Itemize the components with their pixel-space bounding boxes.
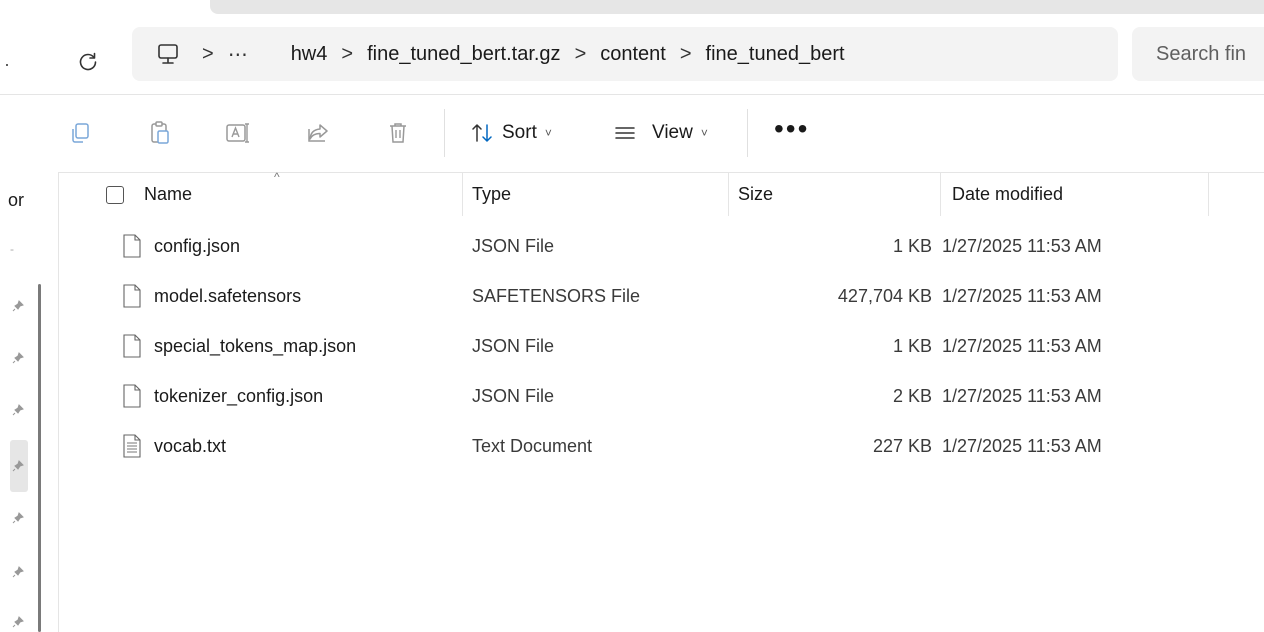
paste-button[interactable] bbox=[144, 117, 176, 149]
tab-strip bbox=[210, 0, 1264, 14]
trash-icon bbox=[390, 123, 406, 143]
file-type: JSON File bbox=[472, 336, 555, 356]
pin-icon bbox=[12, 616, 24, 628]
file-icon bbox=[123, 334, 141, 358]
pin-icon bbox=[12, 566, 24, 578]
paste-icon bbox=[151, 121, 169, 144]
sort-button[interactable]: Sort ˅ bbox=[470, 117, 552, 149]
text-document-icon bbox=[123, 434, 141, 458]
sort-label: Sort bbox=[502, 122, 537, 143]
refresh-icon bbox=[79, 52, 97, 71]
rename-button[interactable] bbox=[222, 117, 254, 149]
column-header-size[interactable]: Size bbox=[738, 184, 773, 206]
file-date-modified: 1/27/2025 11:53 AM bbox=[942, 286, 1102, 306]
breadcrumb-separator[interactable]: > bbox=[680, 43, 692, 66]
file-row[interactable]: tokenizer_config.json JSON File 2 KB 1/2… bbox=[58, 372, 1264, 422]
nav-scrollbar[interactable] bbox=[38, 284, 41, 632]
select-all-checkbox[interactable] bbox=[106, 186, 124, 204]
file-row[interactable]: special_tokens_map.json JSON File 1 KB 1… bbox=[58, 322, 1264, 372]
file-icon bbox=[123, 384, 141, 408]
file-row[interactable]: vocab.txt Text Document 227 KB 1/27/2025… bbox=[58, 422, 1264, 472]
toolbar-divider bbox=[747, 109, 748, 157]
file-size: 427,704 KB bbox=[837, 286, 932, 306]
file-date-modified: 1/27/2025 11:53 AM bbox=[942, 386, 1102, 406]
file-date-modified: 1/27/2025 11:53 AM bbox=[942, 436, 1102, 456]
more-options-button[interactable]: ••• bbox=[774, 115, 809, 143]
file-type: JSON File bbox=[472, 386, 555, 406]
breadcrumb-item-hw4[interactable]: hw4 bbox=[291, 43, 328, 66]
pin-icon bbox=[12, 300, 24, 312]
nav-item-label[interactable]: or bbox=[8, 190, 24, 211]
view-label: View bbox=[652, 122, 693, 143]
view-icon bbox=[615, 127, 635, 139]
file-type: SAFETENSORS File bbox=[472, 286, 641, 306]
column-header-name[interactable]: Name bbox=[144, 184, 192, 206]
file-size: 2 KB bbox=[892, 386, 932, 406]
file-icon bbox=[123, 284, 141, 308]
column-divider[interactable] bbox=[462, 172, 463, 216]
view-button[interactable]: View ˅ bbox=[614, 117, 708, 149]
breadcrumb-item-content[interactable]: content bbox=[600, 43, 666, 66]
file-size: 1 KB bbox=[892, 336, 932, 356]
pin-icon bbox=[12, 460, 24, 472]
refresh-button[interactable] bbox=[70, 44, 106, 80]
breadcrumb-more-button[interactable]: ⋯ bbox=[228, 42, 249, 67]
file-size: 1 KB bbox=[892, 236, 932, 256]
nav-separator: - bbox=[10, 242, 14, 256]
sort-icon bbox=[472, 124, 492, 142]
breadcrumb-separator[interactable]: > bbox=[575, 43, 587, 66]
monitor-icon bbox=[158, 44, 178, 64]
search-placeholder: Search fin bbox=[1156, 42, 1247, 65]
copy-icon bbox=[72, 123, 89, 143]
breadcrumb-item-current[interactable]: fine_tuned_bert bbox=[706, 43, 845, 66]
breadcrumb[interactable]: > ⋯ hw4 > fine_tuned_bert.tar.gz > conte… bbox=[132, 27, 1118, 81]
delete-button[interactable] bbox=[382, 117, 414, 149]
this-pc-button[interactable] bbox=[154, 40, 182, 68]
chevron-down-icon: ˅ bbox=[544, 126, 552, 140]
pin-icon bbox=[12, 512, 24, 524]
column-divider[interactable] bbox=[728, 172, 729, 216]
file-type: Text Document bbox=[472, 436, 593, 456]
column-header-date-modified[interactable]: Date modified bbox=[952, 184, 1063, 206]
toolbar-divider bbox=[444, 109, 445, 157]
navigation-pane: or - bbox=[0, 172, 59, 632]
breadcrumb-item-archive[interactable]: fine_tuned_bert.tar.gz bbox=[367, 43, 560, 66]
rename-icon bbox=[226, 123, 249, 143]
file-name: config.json bbox=[154, 236, 241, 256]
pin-icon bbox=[12, 404, 24, 416]
chevron-down-icon: ˅ bbox=[700, 126, 708, 140]
pin-icon bbox=[12, 352, 24, 364]
copy-button[interactable] bbox=[64, 117, 96, 149]
column-divider[interactable] bbox=[940, 172, 941, 216]
breadcrumb-separator[interactable]: > bbox=[202, 43, 214, 66]
file-icon bbox=[123, 234, 141, 258]
column-divider[interactable] bbox=[1208, 172, 1209, 216]
file-date-modified: 1/27/2025 11:53 AM bbox=[942, 336, 1102, 356]
command-bar: Sort ˅ View ˅ ••• bbox=[0, 95, 1264, 173]
breadcrumb-separator[interactable]: > bbox=[341, 43, 353, 66]
file-row[interactable]: model.safetensors SAFETENSORS File 427,7… bbox=[58, 272, 1264, 322]
file-date-modified: 1/27/2025 11:53 AM bbox=[942, 236, 1102, 256]
file-row[interactable]: config.json JSON File 1 KB 1/27/2025 11:… bbox=[58, 222, 1264, 272]
file-type: JSON File bbox=[472, 236, 555, 256]
file-name: special_tokens_map.json bbox=[154, 336, 357, 356]
file-name: model.safetensors bbox=[154, 286, 302, 306]
share-button[interactable] bbox=[302, 117, 334, 149]
search-input[interactable]: Search fin bbox=[1132, 27, 1264, 81]
file-name: tokenizer_config.json bbox=[154, 386, 324, 406]
file-name: vocab.txt bbox=[154, 436, 227, 456]
column-header-row: ^ Name Type Size Date modified bbox=[58, 170, 1264, 218]
sort-indicator: ^ bbox=[274, 170, 280, 184]
address-bar-row: · > ⋯ hw4 > fine_tuned_bert.tar.gz > con… bbox=[0, 14, 1264, 95]
share-icon bbox=[308, 124, 328, 142]
column-header-type[interactable]: Type bbox=[472, 184, 511, 206]
left-edge-mark: · bbox=[4, 54, 10, 74]
file-size: 227 KB bbox=[872, 436, 932, 456]
